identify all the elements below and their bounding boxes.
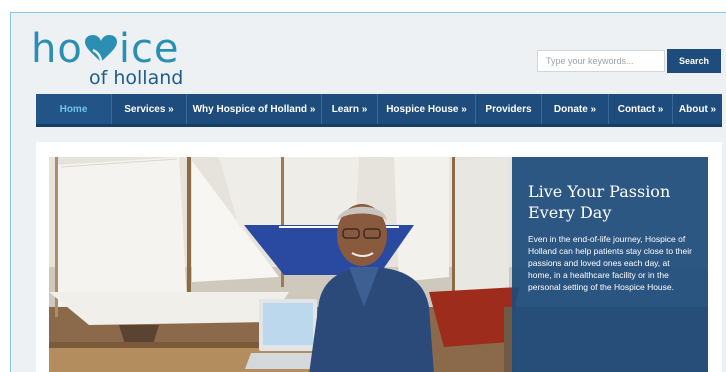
search-button[interactable]: Search: [667, 49, 721, 73]
nav-item-hospice-house[interactable]: Hospice House »: [378, 94, 476, 124]
hero-caption-panel: Live Your Passion Every Day Even in the …: [512, 157, 708, 372]
site-logo[interactable]: ho ice of holland: [31, 27, 184, 89]
logo-heart-icon: [84, 35, 117, 63]
hero-title: Live Your Passion Every Day: [528, 182, 671, 222]
logo-tagline: of holland: [89, 67, 184, 89]
logo-wordmark: ho ice: [31, 26, 180, 72]
nav-item-services[interactable]: Services »: [112, 94, 187, 124]
hero-slider[interactable]: Live Your Passion Every Day Even in the …: [49, 157, 708, 372]
nav-item-learn[interactable]: Learn »: [322, 94, 378, 124]
nav-item-home[interactable]: Home: [36, 94, 112, 124]
search-input[interactable]: [537, 50, 665, 72]
page-frame: ho ice of holland Search Home Services »…: [10, 12, 726, 372]
main-content: Live Your Passion Every Day Even in the …: [36, 142, 722, 372]
nav-item-providers[interactable]: Providers: [476, 94, 542, 124]
hero-description: Even in the end-of-life journey, Hospice…: [528, 234, 692, 292]
nav-item-about[interactable]: About »: [673, 94, 722, 124]
nav-item-contact[interactable]: Contact »: [609, 94, 673, 124]
nav-item-why-hospice[interactable]: Why Hospice of Holland »: [187, 94, 322, 124]
nav-item-donate[interactable]: Donate »: [542, 94, 609, 124]
main-nav: Home Services » Why Hospice of Holland »…: [36, 94, 722, 127]
